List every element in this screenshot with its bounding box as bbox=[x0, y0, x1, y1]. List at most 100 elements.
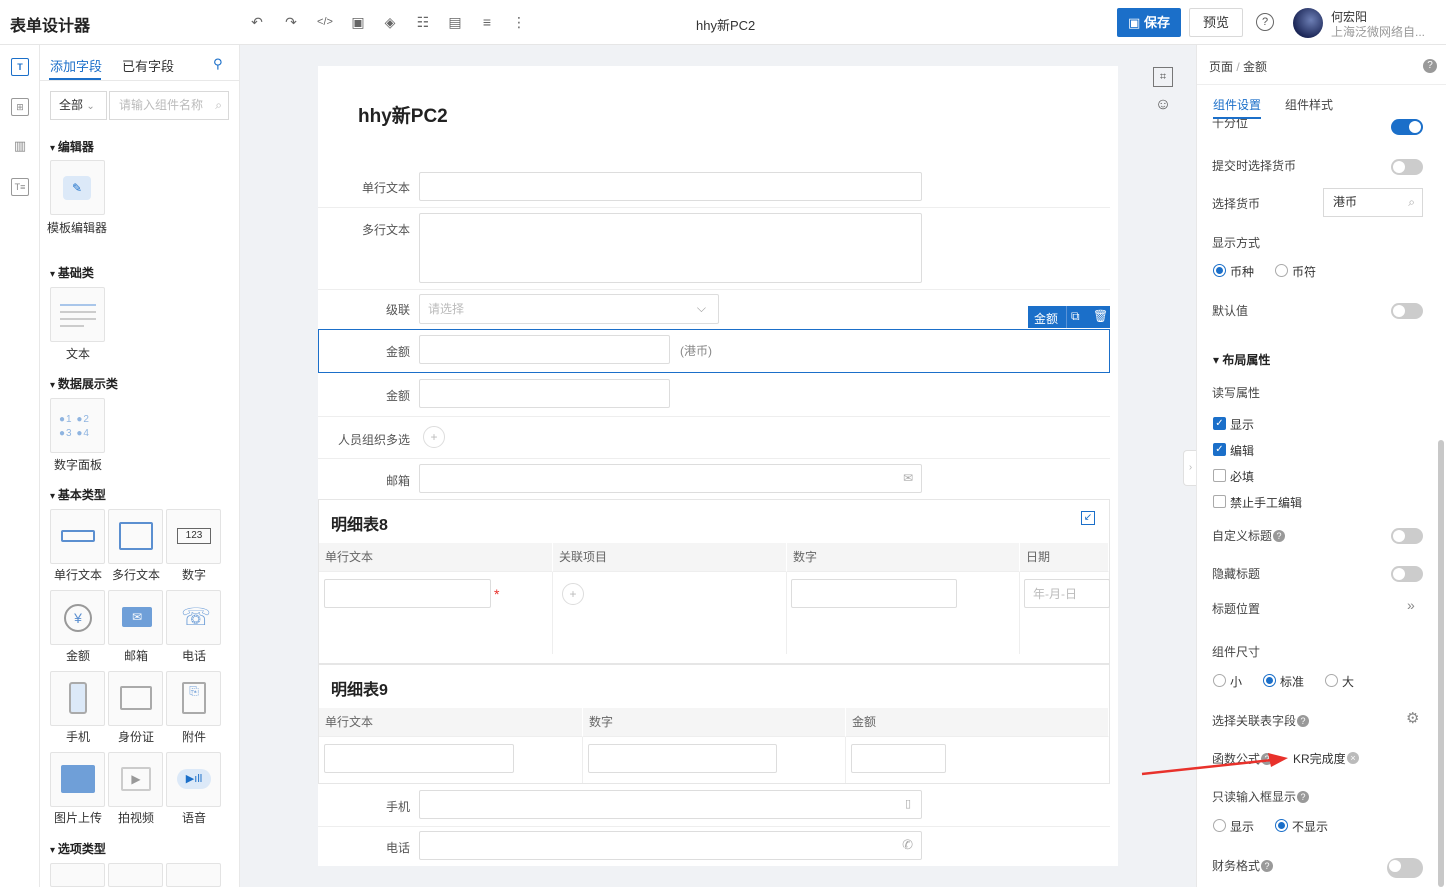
component-select[interactable] bbox=[166, 863, 221, 887]
form-title[interactable]: hhy新PC2 bbox=[358, 101, 448, 128]
image-tool-icon[interactable]: ▣ bbox=[348, 12, 368, 32]
radio-currency-type[interactable] bbox=[1213, 264, 1226, 277]
undo-icon[interactable]: ↶ bbox=[247, 12, 267, 32]
help-icon[interactable]: ? bbox=[1273, 530, 1286, 542]
checkbox-edit[interactable]: ✓ bbox=[1213, 443, 1226, 456]
component-phone[interactable]: ☏ bbox=[166, 590, 221, 645]
custom-title-toggle[interactable] bbox=[1391, 528, 1423, 544]
export-icon[interactable]: ↙ bbox=[1081, 511, 1095, 525]
layers-icon[interactable]: ◈ bbox=[380, 12, 400, 32]
detail-amount-input[interactable] bbox=[851, 744, 946, 773]
category-option-type[interactable]: 选项类型 bbox=[50, 840, 106, 857]
thousands-toggle[interactable] bbox=[1391, 119, 1423, 135]
tab-add-field[interactable]: 添加字段 bbox=[50, 56, 102, 75]
component-idcard[interactable] bbox=[108, 671, 163, 726]
detail-date-input[interactable]: 年-月-日 bbox=[1024, 579, 1110, 608]
component-number[interactable]: 123 bbox=[166, 509, 221, 564]
help-icon[interactable]: ? bbox=[1423, 59, 1437, 73]
multi-text-input[interactable] bbox=[419, 213, 922, 283]
detail-table-8[interactable]: 明细表8 ↙ 单行文本 关联项目 数字 日期 * + 年-月-日 bbox=[318, 499, 1110, 664]
component-attachment[interactable]: ⎘ bbox=[166, 671, 221, 726]
redo-icon[interactable]: ↷ bbox=[281, 12, 301, 32]
clear-icon[interactable]: × bbox=[1347, 752, 1359, 764]
checkbox-no-manual-edit[interactable] bbox=[1213, 495, 1226, 508]
chart-tool-icon[interactable]: ▤ bbox=[445, 12, 465, 32]
radio-readonly-hide[interactable] bbox=[1275, 819, 1288, 832]
help-icon[interactable]: ? bbox=[1261, 860, 1274, 872]
component-text[interactable] bbox=[50, 287, 105, 342]
chart-icon[interactable]: ▥ bbox=[11, 138, 29, 156]
email-input[interactable]: ✉ bbox=[419, 464, 922, 493]
category-basic[interactable]: 基础类 bbox=[50, 264, 94, 281]
finance-format-toggle[interactable] bbox=[1387, 858, 1423, 878]
detail-number-input[interactable] bbox=[791, 579, 957, 608]
component-email[interactable]: ✉ bbox=[108, 590, 163, 645]
currency-select[interactable]: 港币 ⌕ bbox=[1323, 188, 1423, 217]
currency-on-submit-toggle[interactable] bbox=[1391, 159, 1423, 175]
copy-icon[interactable]: ⧉ bbox=[1071, 309, 1080, 324]
component-amount[interactable]: ¥ bbox=[50, 590, 105, 645]
amount-input[interactable] bbox=[419, 335, 670, 364]
layout-section-header[interactable]: ▾ 布局属性 bbox=[1213, 351, 1270, 368]
code-icon[interactable]: </> bbox=[315, 12, 335, 32]
component-voice[interactable]: ▶ıll bbox=[166, 752, 221, 807]
help-icon[interactable]: ? bbox=[1297, 791, 1310, 803]
single-text-input[interactable] bbox=[419, 172, 922, 201]
gear-icon[interactable]: ⚙ bbox=[1406, 709, 1419, 727]
detail-table-9[interactable]: 明细表9 单行文本 数字 金额 bbox=[318, 664, 1110, 784]
category-data-display[interactable]: 数据展示类 bbox=[50, 375, 118, 392]
component-number-panel[interactable]: ●1 ●2 ●3 ●4 bbox=[50, 398, 105, 453]
default-value-toggle[interactable] bbox=[1391, 303, 1423, 319]
tab-existing-field[interactable]: 已有字段 bbox=[122, 56, 174, 75]
tab-component-style[interactable]: 组件样式 bbox=[1285, 96, 1333, 113]
category-filter[interactable]: 全部 ⌄ bbox=[50, 91, 107, 120]
selection-frame-icon[interactable]: ⌗ bbox=[1153, 67, 1173, 87]
more-icon[interactable]: ⋮ bbox=[509, 12, 529, 32]
hide-title-toggle[interactable] bbox=[1391, 566, 1423, 582]
cascade-select[interactable]: 请选择 ⌵ bbox=[419, 294, 719, 324]
detail-single-text-input[interactable] bbox=[324, 579, 491, 608]
category-basic-type[interactable]: 基本类型 bbox=[50, 486, 106, 503]
database-icon[interactable]: ☷ bbox=[413, 12, 433, 32]
scrollbar-thumb[interactable] bbox=[1438, 440, 1444, 887]
radio-currency-symbol[interactable] bbox=[1275, 264, 1288, 277]
add-person-button[interactable]: + bbox=[423, 426, 445, 448]
amount-input-2[interactable] bbox=[419, 379, 670, 408]
text-box-icon[interactable]: T≡ bbox=[11, 178, 29, 196]
text-field-icon[interactable]: T bbox=[11, 58, 29, 76]
layout-icon[interactable]: ⊞ bbox=[11, 98, 29, 116]
component-video[interactable]: ▶ bbox=[108, 752, 163, 807]
component-image-upload[interactable] bbox=[50, 752, 105, 807]
palette-icon[interactable]: ☺ bbox=[1152, 96, 1174, 118]
delete-icon[interactable]: 🗑 bbox=[1093, 309, 1108, 323]
radio-size-standard[interactable] bbox=[1263, 674, 1276, 687]
mobile-input[interactable]: ▯ bbox=[419, 790, 922, 819]
help-icon[interactable]: ? bbox=[1297, 715, 1310, 727]
formula-value[interactable]: KR完成度 bbox=[1293, 750, 1346, 767]
radio-readonly-show[interactable] bbox=[1213, 819, 1226, 832]
checkbox-required[interactable] bbox=[1213, 469, 1226, 482]
component-template-editor[interactable]: ✎ bbox=[50, 160, 105, 215]
detail-single-text-input[interactable] bbox=[324, 744, 514, 773]
component-mobile[interactable] bbox=[50, 671, 105, 726]
checkbox-show[interactable]: ✓ bbox=[1213, 417, 1226, 430]
component-multi-text[interactable] bbox=[108, 509, 163, 564]
double-chevron-right-icon[interactable]: » bbox=[1407, 597, 1415, 613]
component-radio[interactable] bbox=[50, 863, 105, 887]
edit-list-icon[interactable]: ≡ bbox=[477, 12, 497, 32]
preview-button[interactable]: 预览 bbox=[1189, 8, 1243, 37]
save-button[interactable]: ▣ 保存 bbox=[1117, 8, 1181, 37]
avatar[interactable] bbox=[1293, 8, 1323, 38]
collapse-right-panel-handle[interactable]: › bbox=[1183, 450, 1197, 486]
component-checkbox[interactable] bbox=[108, 863, 163, 887]
tab-component-settings[interactable]: 组件设置 bbox=[1213, 96, 1261, 113]
breadcrumb-page[interactable]: 页面 bbox=[1209, 60, 1233, 74]
component-single-text[interactable] bbox=[50, 509, 105, 564]
radio-size-large[interactable] bbox=[1325, 674, 1338, 687]
radio-size-small[interactable] bbox=[1213, 674, 1226, 687]
detail-number-input[interactable] bbox=[588, 744, 777, 773]
category-editor[interactable]: 编辑器 bbox=[50, 138, 94, 155]
phone-input[interactable]: ✆ bbox=[419, 831, 922, 860]
add-project-button[interactable]: + bbox=[562, 583, 584, 605]
pin-icon[interactable]: ⚲ bbox=[213, 56, 223, 72]
